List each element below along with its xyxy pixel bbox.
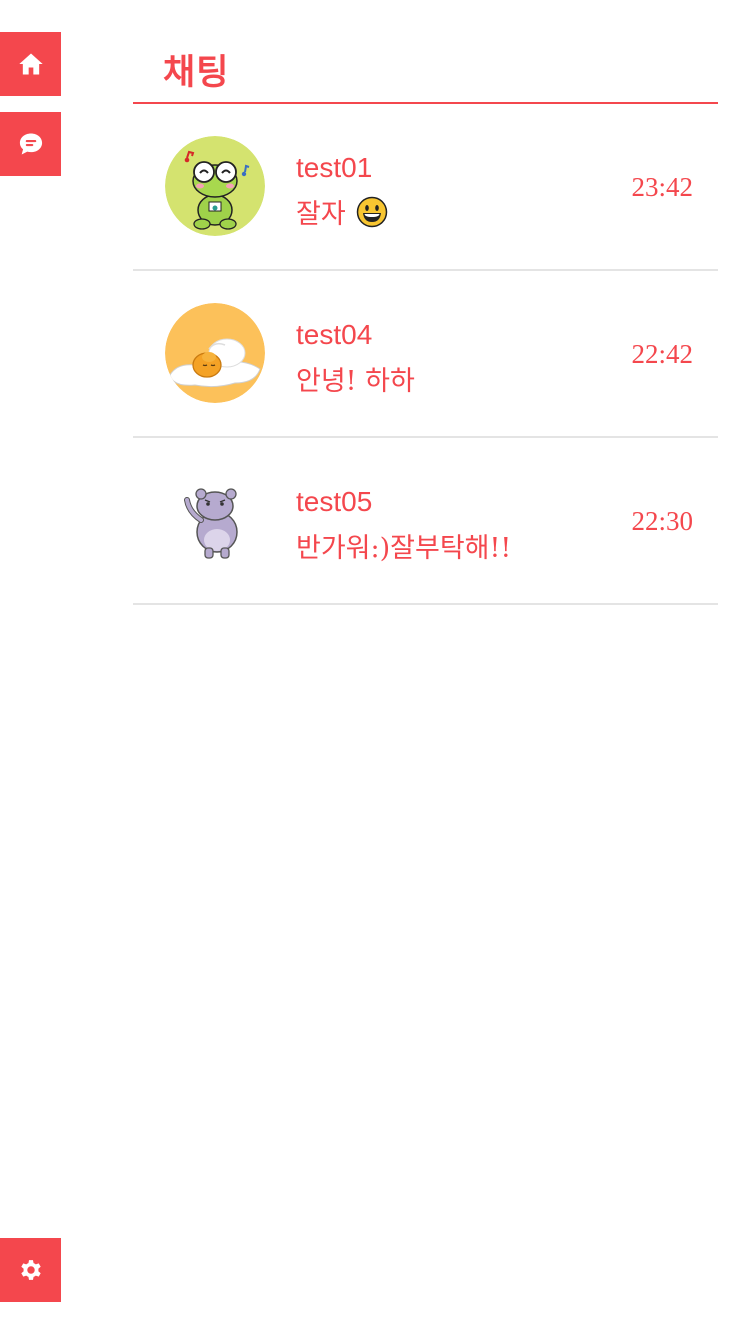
settings-button[interactable]	[0, 1238, 61, 1302]
page-title: 채팅	[163, 53, 230, 93]
chat-list: test01 잘자 23:42 test04 안녕! 하하 22:42 test…	[133, 104, 718, 605]
chat-item-test05[interactable]: test05 반가워:)잘부탁해!! 22:30	[133, 438, 718, 605]
home-icon	[18, 53, 43, 75]
chat-item-test04[interactable]: test04 안녕! 하하 22:42	[133, 271, 718, 438]
chat-name: test01	[296, 152, 373, 183]
grinning-face-icon	[356, 196, 387, 227]
chat-button[interactable]	[0, 112, 61, 176]
avatar-hippo	[165, 470, 265, 570]
chat-time: 22:30	[631, 506, 693, 536]
chat-time: 23:42	[631, 172, 693, 202]
chat-name: test05	[296, 486, 373, 517]
avatar-frog	[165, 136, 265, 236]
chat-name: test04	[296, 319, 373, 350]
gear-icon	[20, 1260, 41, 1280]
chat-last-message: 반가워:)잘부탁해!!	[296, 526, 511, 565]
chat-message-text: 반가워:)잘부탁해!!	[296, 533, 512, 564]
chat-item-test01[interactable]: test01 잘자 23:42	[133, 104, 718, 271]
chat-last-message: 잘자	[296, 192, 388, 231]
home-button[interactable]	[0, 32, 61, 96]
chat-bubble-icon	[19, 133, 42, 155]
chat-message-text: 안녕! 하하	[296, 366, 415, 397]
chat-last-message: 안녕! 하하	[296, 359, 415, 398]
chat-time: 22:42	[631, 339, 693, 369]
avatar-egg	[165, 303, 265, 403]
chat-message-text: 잘자	[296, 199, 346, 230]
